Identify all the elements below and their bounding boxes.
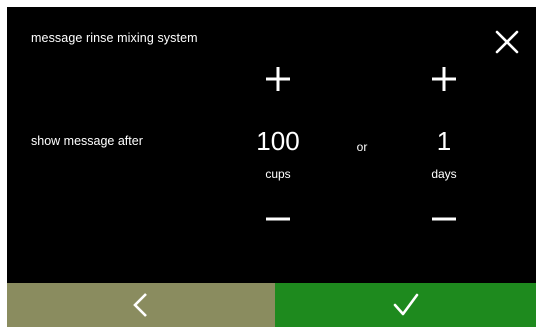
- back-button[interactable]: [7, 283, 275, 327]
- plus-icon: [432, 67, 456, 91]
- plus-icon: [266, 67, 290, 91]
- minus-icon: [266, 217, 290, 221]
- close-button[interactable]: [490, 25, 524, 59]
- days-increment-button[interactable]: [419, 59, 469, 99]
- close-icon: [495, 30, 519, 54]
- days-decrement-button[interactable]: [419, 199, 469, 239]
- screen: message rinse mixing system show message…: [0, 0, 543, 334]
- days-unit-label: days: [431, 167, 457, 181]
- cups-increment-button[interactable]: [253, 59, 303, 99]
- cups-decrement-button[interactable]: [253, 199, 303, 239]
- days-value: 1: [436, 126, 452, 156]
- cups-value: 100: [256, 126, 300, 156]
- setting-label: show message after: [31, 134, 143, 148]
- or-separator: or: [356, 140, 368, 154]
- cups-unit-label: cups: [265, 167, 291, 181]
- footer-bar: [7, 283, 536, 327]
- confirm-button[interactable]: [275, 283, 536, 327]
- checkmark-icon: [393, 293, 418, 316]
- page-title: message rinse mixing system: [31, 31, 198, 45]
- minus-icon: [432, 217, 456, 221]
- chevron-left-icon: [133, 293, 147, 317]
- settings-panel: message rinse mixing system show message…: [7, 7, 536, 327]
